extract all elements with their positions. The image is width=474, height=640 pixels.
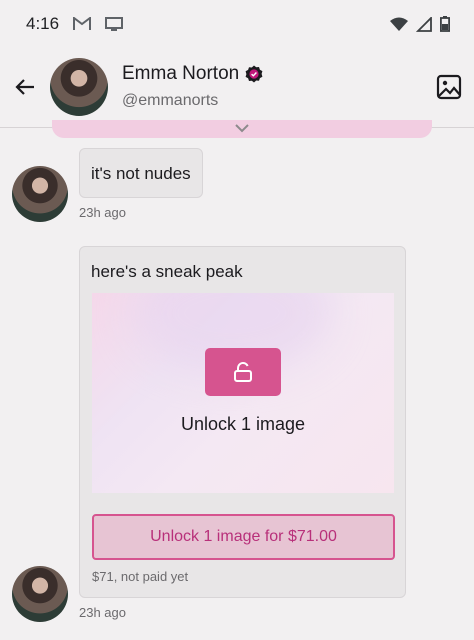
media-caption: Unlock 1 image — [180, 414, 306, 434]
locked-media-preview[interactable]: Unlock 1 image — [92, 293, 394, 493]
status-time: 4:16 — [26, 14, 60, 33]
sender-avatar[interactable] — [12, 566, 68, 622]
gallery-button[interactable] — [434, 72, 464, 102]
battery-icon — [440, 16, 450, 32]
contact-avatar[interactable] — [50, 58, 108, 116]
status-left: 4:16 — [26, 14, 124, 34]
chat-header: Emma Norton @emmanorts — [0, 48, 474, 128]
payment-status: $71, not paid yet — [92, 569, 189, 584]
contact-name-row: Emma Norton — [122, 63, 263, 85]
message-text: it's not nudes — [91, 164, 191, 183]
unlock-purchase-button[interactable]: Unlock 1 image for $71.00 — [92, 514, 395, 560]
signal-icon — [416, 16, 432, 32]
sender-avatar[interactable] — [12, 166, 68, 222]
wifi-icon — [390, 17, 408, 32]
status-right — [390, 16, 450, 32]
scroll-to-top-hint[interactable] — [52, 120, 432, 138]
back-arrow-icon — [13, 75, 37, 99]
gmail-icon — [73, 17, 92, 31]
contact-handle: @emmanorts — [122, 92, 219, 109]
locked-media-message: here's a sneak peak Unlock 1 image Unloc… — [79, 246, 406, 598]
unlock-icon — [232, 361, 254, 383]
screen-cast-icon — [105, 16, 124, 32]
gallery-icon — [436, 74, 462, 100]
message-timestamp: 23h ago — [79, 205, 126, 220]
message-timestamp: 23h ago — [79, 605, 126, 620]
status-bar: 4:16 — [0, 0, 474, 48]
chevron-down-icon — [234, 123, 250, 133]
verified-badge-icon — [245, 65, 263, 83]
back-button[interactable] — [8, 70, 42, 104]
message-bubble: it's not nudes — [79, 148, 203, 198]
message-text: here's a sneak peak — [91, 262, 243, 281]
unlock-media-button[interactable] — [205, 348, 281, 396]
contact-name: Emma Norton — [122, 63, 240, 84]
